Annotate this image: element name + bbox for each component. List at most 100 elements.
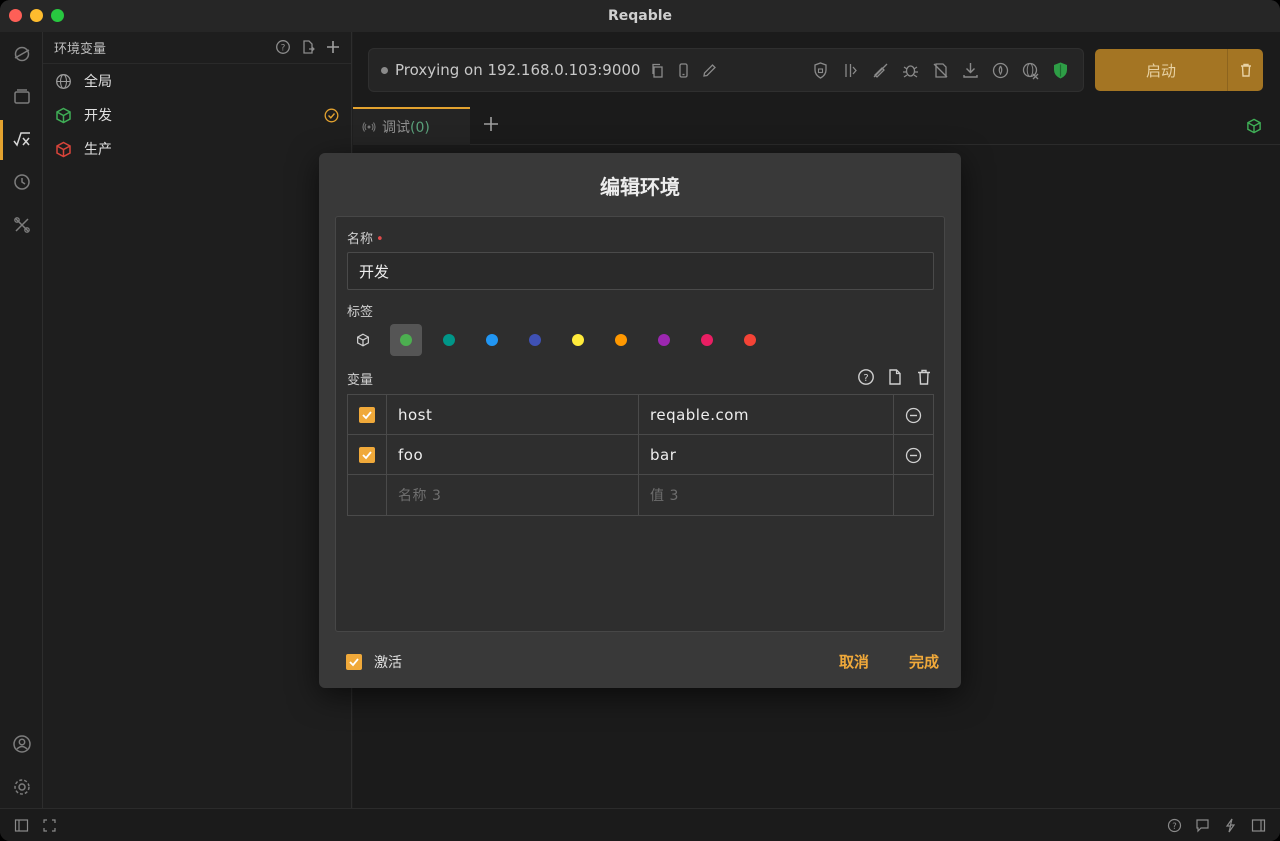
new-variable-value-input[interactable]: 值 3 [639,475,894,515]
mobile-icon[interactable] [676,62,691,78]
variable-name-input[interactable]: foo [387,435,639,475]
add-tab-icon[interactable] [482,115,500,133]
enable-checkbox[interactable] [359,407,375,423]
tag-none-cube-icon[interactable] [347,324,379,356]
color-dot [572,334,584,346]
enable-checkbox[interactable] [359,447,375,463]
cancel-button[interactable]: 取消 [839,651,869,672]
tab-debug[interactable]: 调试(0) [353,107,470,145]
zoom-window-button[interactable] [51,9,64,22]
env-item-dev[interactable]: 开发 [43,98,351,132]
rewrite-off-icon[interactable] [870,60,891,81]
activate-option[interactable]: 激活 [346,652,402,672]
tag-color-swatch[interactable] [519,324,551,356]
add-environment-icon[interactable] [325,39,341,55]
name-field-label: 名称 • [347,228,384,247]
environment-icon[interactable] [11,129,32,150]
variables-label: 变量 [347,373,374,388]
lightning-icon[interactable] [1223,818,1238,833]
name-label-text: 名称 [347,232,374,247]
active-check-icon [324,108,339,123]
fullscreen-icon[interactable] [42,818,57,833]
activate-checkbox[interactable] [346,654,362,670]
bug-icon[interactable] [900,60,921,81]
variable-value-input[interactable]: bar [639,435,894,475]
sidebar-toggle-icon[interactable] [14,818,29,833]
environment-cube-icon[interactable] [1246,118,1262,134]
new-variable-name-input[interactable]: 名称 3 [387,475,639,515]
delete-trash-icon[interactable] [915,368,933,386]
active-indicator [0,120,3,160]
throttle-icon[interactable] [990,60,1011,81]
tag-field-label: 标签 [347,305,374,320]
environment-panel-title: 环境变量 [54,42,107,57]
minimize-window-button[interactable] [30,9,43,22]
capture-icon[interactable] [11,43,32,64]
variable-value-input[interactable]: reqable.com [639,395,894,435]
file-icon[interactable] [886,368,904,386]
color-dot [400,334,412,346]
required-marker: • [376,232,384,247]
tag-color-swatch[interactable] [605,324,637,356]
environment-name-input[interactable]: 开发 [347,252,934,290]
enable-cell [348,475,387,515]
svg-text:?: ? [281,44,286,54]
account-icon[interactable] [11,733,32,754]
env-item-label: 开发 [84,108,112,124]
variable-name-input[interactable]: host [387,395,639,435]
color-dot [443,334,455,346]
close-window-button[interactable] [9,9,22,22]
env-item-label: 全局 [84,74,112,90]
tag-color-swatch[interactable] [476,324,508,356]
variables-toolbar: ? [857,368,933,386]
tag-color-swatch[interactable] [562,324,594,356]
env-item-prod[interactable]: 生产 [43,132,351,166]
tag-color-swatch[interactable] [390,324,422,356]
help-icon[interactable]: ? [275,39,291,55]
panel-toggle-icon[interactable] [1251,818,1266,833]
done-button[interactable]: 完成 [909,651,939,672]
action-cell [894,435,933,475]
window-title: Reqable [607,8,673,24]
remove-minus-icon[interactable] [905,407,922,424]
tab-debug-label: 调试(0) [382,117,430,137]
start-proxy-button[interactable]: 启动 [1095,49,1263,91]
clear-trash-icon[interactable] [1228,62,1263,78]
tag-color-swatch[interactable] [691,324,723,356]
help-status-icon[interactable]: ? [1167,818,1182,833]
activity-bar [0,32,43,808]
settings-gear-icon[interactable] [11,776,32,797]
proxy-status-bar: Proxying on 192.168.0.103:9000 [368,48,1084,92]
remove-minus-icon[interactable] [905,447,922,464]
history-icon[interactable] [11,171,32,192]
env-item-global[interactable]: 全局 [43,64,351,98]
collections-icon[interactable] [11,85,32,106]
globe-icon [55,73,72,90]
color-dot [529,334,541,346]
dialog-body: 名称 • 开发 标签 变量 ? host reqable.com foo bar… [335,216,945,632]
breakpoint-icon[interactable] [840,60,861,81]
copy-icon[interactable] [650,63,665,78]
tab-label-text: 调试 [382,120,410,136]
script-off-icon[interactable] [930,60,951,81]
tab-count: (0) [410,120,430,136]
tools-icon[interactable] [11,214,32,235]
import-file-icon[interactable] [300,39,316,55]
tag-color-swatch[interactable] [433,324,465,356]
edit-icon[interactable] [702,63,717,78]
app-window: Reqable 环境变量 ? 全局 开发 生产 Proxying on 192.… [0,0,1280,841]
environment-panel: 环境变量 ? 全局 开发 生产 [43,32,352,808]
security-shield-icon[interactable] [1050,60,1071,81]
tag-color-swatch[interactable] [734,324,766,356]
cube-icon [55,107,72,124]
edit-environment-dialog: 编辑环境 名称 • 开发 标签 变量 ? host reqable.com fo… [319,153,961,688]
ssl-shield-icon[interactable] [810,60,831,81]
network-off-icon[interactable] [1020,60,1041,81]
feedback-icon[interactable] [1195,818,1210,833]
download-icon[interactable] [960,60,981,81]
help-icon[interactable]: ? [857,368,875,386]
color-dot [615,334,627,346]
tab-bar: 调试(0) [353,107,1280,145]
tag-color-swatch[interactable] [648,324,680,356]
dialog-title: 编辑环境 [600,175,680,199]
